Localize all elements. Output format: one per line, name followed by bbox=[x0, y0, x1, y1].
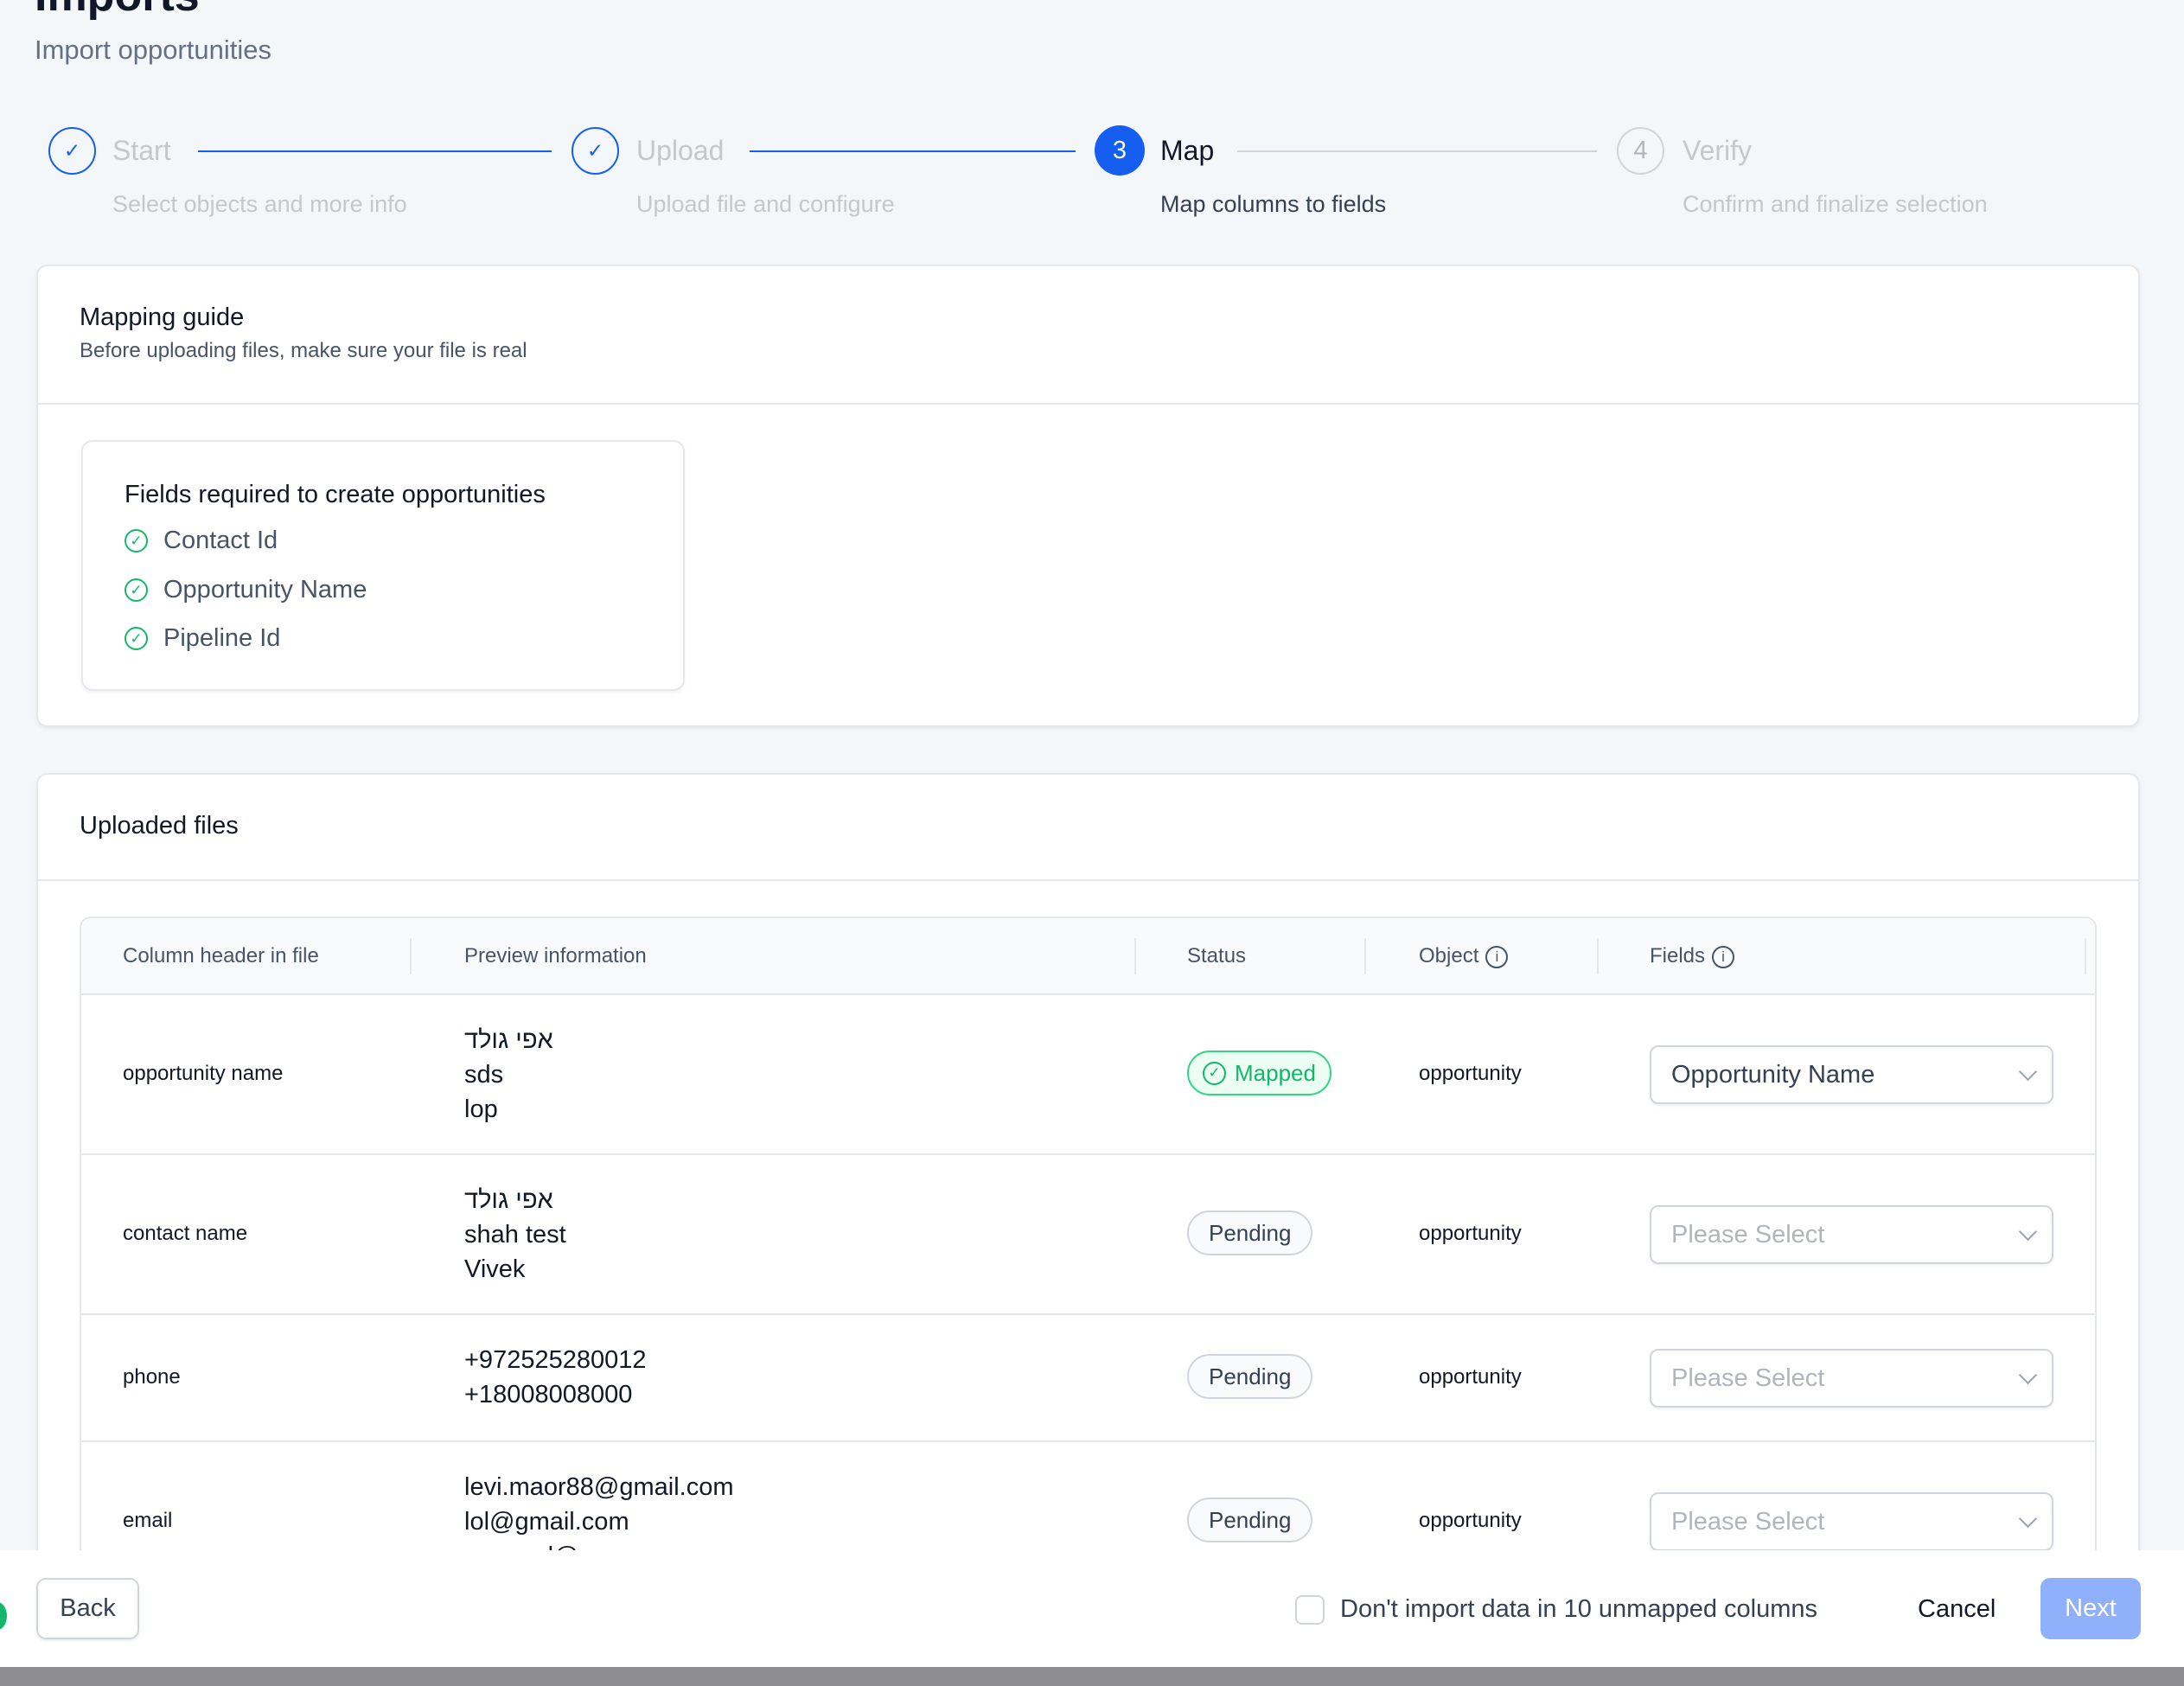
divider bbox=[38, 879, 2138, 881]
column-header-status: Status bbox=[1187, 944, 1247, 968]
step-upload-description: Upload file and configure bbox=[636, 191, 895, 217]
uploaded-files-card: Uploaded files Column header in file Pre… bbox=[36, 773, 2140, 1638]
status-indicator bbox=[0, 1602, 7, 1630]
object-value: opportunity bbox=[1419, 1062, 1522, 1085]
mapping-guide-card: Mapping guide Before uploading files, ma… bbox=[36, 265, 2140, 727]
column-header-preview: Preview information bbox=[464, 944, 647, 968]
step-connector bbox=[750, 150, 1076, 152]
backdrop bbox=[0, 1667, 2184, 1686]
required-field-item: ✓ Pipeline Id bbox=[125, 624, 280, 653]
step-connector bbox=[198, 150, 552, 152]
chevron-down-icon bbox=[2018, 1062, 2038, 1082]
chevron-down-icon bbox=[2018, 1365, 2038, 1385]
field-select[interactable]: Please Select bbox=[1650, 1492, 2053, 1551]
column-header-fields: Fields i bbox=[1650, 918, 1735, 993]
table-row: phone +972525280012 +18008008000 Pending … bbox=[81, 1313, 2095, 1442]
table-row: opportunity name אפי גולד sds lop ✓ Mapped … bbox=[81, 993, 2095, 1155]
status-badge: Pending bbox=[1187, 1498, 1313, 1542]
required-fields-box: Fields required to create opportunities … bbox=[81, 440, 685, 691]
step-verify-number: 4 bbox=[1617, 127, 1664, 175]
mapping-guide-title: Mapping guide bbox=[80, 303, 245, 331]
preview-information: +972525280012 +18008008000 bbox=[464, 1346, 647, 1408]
uploaded-files-title: Uploaded files bbox=[80, 812, 239, 840]
status-badge: Pending bbox=[1187, 1210, 1313, 1255]
mapping-table: Column header in file Preview informatio… bbox=[80, 916, 2097, 1625]
check-circle-icon: ✓ bbox=[1203, 1061, 1226, 1085]
step-upload-label: Upload bbox=[636, 135, 725, 166]
preview-information: אפי גולד sds lop bbox=[464, 1026, 553, 1123]
preview-information: אפי גולד shah test Vivek bbox=[464, 1186, 566, 1283]
step-start-label: Start bbox=[112, 135, 171, 166]
table-header: Column header in file Preview informatio… bbox=[81, 918, 2095, 993]
column-separator bbox=[1134, 938, 1136, 974]
column-header-in-file: phone bbox=[123, 1365, 181, 1389]
cancel-button[interactable]: Cancel bbox=[1918, 1595, 1996, 1624]
status-badge: ✓ Mapped bbox=[1187, 1051, 1331, 1095]
field-select[interactable]: Opportunity Name bbox=[1650, 1045, 2053, 1104]
skip-unmapped-label[interactable]: Don't import data in 10 unmapped columns bbox=[1340, 1595, 1817, 1624]
object-value: opportunity bbox=[1419, 1222, 1522, 1245]
column-separator bbox=[1597, 938, 1599, 974]
field-select[interactable]: Please Select bbox=[1650, 1349, 2053, 1408]
column-header-file: Column header in file bbox=[123, 944, 319, 968]
check-circle-icon: ✓ bbox=[125, 627, 148, 650]
skip-unmapped-checkbox[interactable] bbox=[1295, 1595, 1325, 1625]
required-field-label: Pipeline Id bbox=[163, 624, 281, 652]
field-select[interactable]: Please Select bbox=[1650, 1205, 2053, 1264]
column-separator bbox=[2085, 938, 2086, 974]
step-verify-label: Verify bbox=[1683, 135, 1753, 166]
check-circle-icon: ✓ bbox=[125, 578, 148, 602]
column-separator bbox=[410, 938, 412, 974]
next-button[interactable]: Next bbox=[2040, 1578, 2141, 1639]
required-field-item: ✓ Contact Id bbox=[125, 527, 278, 555]
chevron-down-icon bbox=[2018, 1222, 2038, 1242]
table-row: contact name אפי גולד shah test Vivek Pend… bbox=[81, 1153, 2095, 1315]
column-header-in-file: contact name bbox=[123, 1222, 248, 1245]
page-title: Imports bbox=[35, 0, 200, 22]
info-icon[interactable]: i bbox=[1485, 945, 1509, 968]
step-map-description: Map columns to fields bbox=[1160, 191, 1387, 217]
step-map-number: 3 bbox=[1095, 125, 1145, 176]
object-value: opportunity bbox=[1419, 1509, 1522, 1532]
import-wizard: Imports Import opportunities ✓ Start Sel… bbox=[0, 0, 2184, 1686]
chevron-down-icon bbox=[2018, 1509, 2038, 1529]
column-separator bbox=[1364, 938, 1366, 974]
step-map-label: Map bbox=[1160, 135, 1215, 166]
check-circle-icon: ✓ bbox=[125, 529, 148, 552]
page-subtitle: Import opportunities bbox=[35, 35, 271, 65]
divider bbox=[38, 403, 2138, 405]
required-field-label: Opportunity Name bbox=[163, 576, 367, 604]
info-icon[interactable]: i bbox=[1712, 945, 1735, 968]
required-fields-title: Fields required to create opportunities bbox=[125, 481, 546, 508]
step-start-description: Select objects and more info bbox=[112, 191, 407, 217]
footer-bar: Back Don't import data in 10 unmapped co… bbox=[0, 1550, 2184, 1667]
object-value: opportunity bbox=[1419, 1365, 1522, 1389]
column-header-object: Object i bbox=[1419, 918, 1509, 993]
required-field-label: Contact Id bbox=[163, 527, 278, 554]
mapping-guide-subtitle: Before uploading files, make sure your f… bbox=[80, 339, 527, 362]
step-verify-description: Confirm and finalize selection bbox=[1683, 191, 1988, 217]
column-header-in-file: email bbox=[123, 1509, 173, 1532]
check-icon: ✓ bbox=[48, 127, 96, 175]
check-icon: ✓ bbox=[572, 127, 619, 175]
step-connector bbox=[1237, 150, 1597, 152]
column-header-in-file: opportunity name bbox=[123, 1062, 284, 1085]
required-field-item: ✓ Opportunity Name bbox=[125, 576, 367, 604]
status-badge: Pending bbox=[1187, 1354, 1313, 1399]
back-button[interactable]: Back bbox=[36, 1578, 139, 1639]
